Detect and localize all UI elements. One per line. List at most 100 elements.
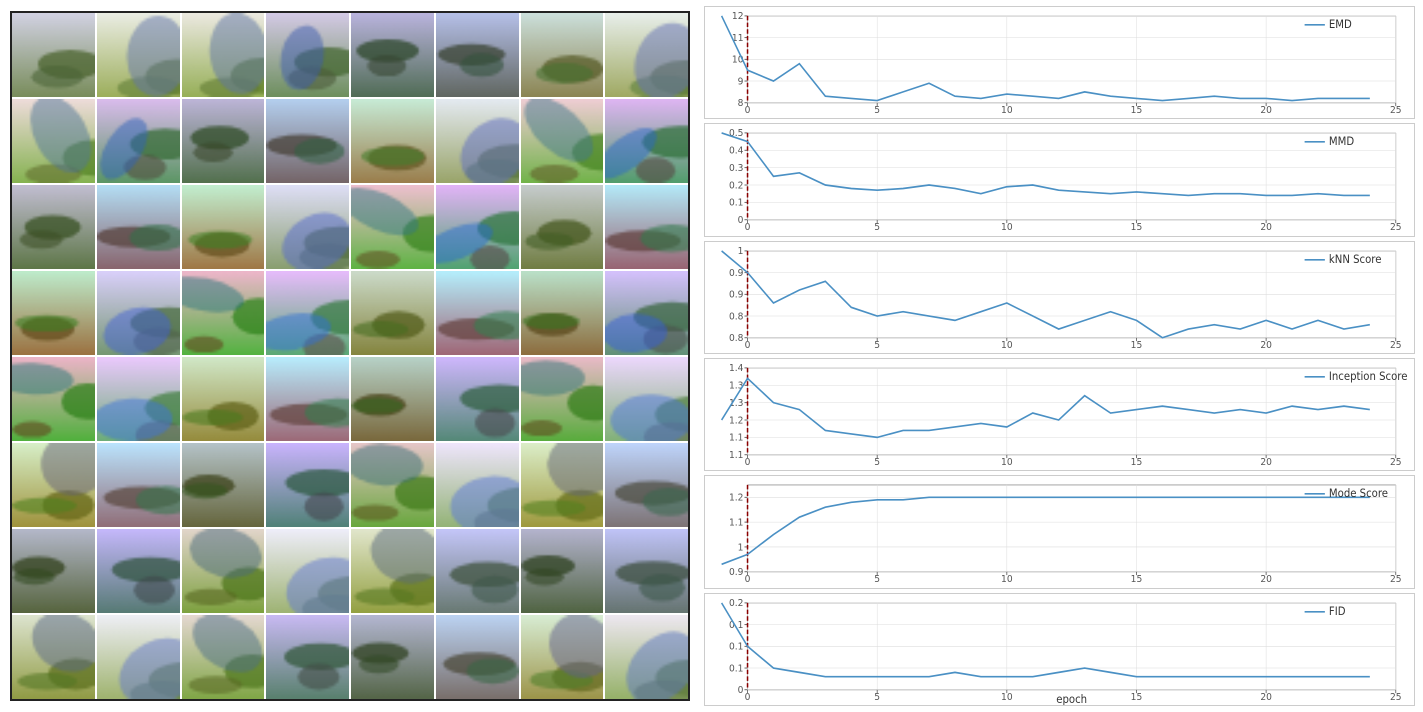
image-grid-panel — [0, 0, 700, 712]
svg-text:epoch: epoch — [1056, 692, 1087, 705]
grid-cell — [521, 529, 604, 613]
svg-text:0.4: 0.4 — [729, 146, 743, 158]
svg-text:0.1: 0.1 — [729, 619, 743, 631]
svg-text:20: 20 — [1260, 339, 1272, 351]
grid-cell — [605, 99, 688, 183]
grid-cell — [351, 185, 434, 269]
svg-text:1.2: 1.2 — [729, 415, 743, 427]
grid-cell — [182, 529, 265, 613]
svg-text:0: 0 — [745, 456, 751, 468]
grid-cell — [182, 185, 265, 269]
grid-cell — [351, 443, 434, 527]
grid-cell — [605, 271, 688, 355]
svg-text:1.1: 1.1 — [729, 432, 743, 444]
chart-emd: 891011120510152025EMD — [704, 6, 1415, 119]
svg-text:20: 20 — [1260, 691, 1272, 703]
svg-text:20: 20 — [1260, 456, 1272, 468]
svg-text:1.3: 1.3 — [729, 380, 743, 392]
grid-cell — [97, 529, 180, 613]
grid-cell — [12, 529, 95, 613]
svg-text:1.1: 1.1 — [729, 450, 743, 462]
grid-cell — [182, 99, 265, 183]
grid-cell — [436, 357, 519, 441]
svg-text:0.2: 0.2 — [729, 180, 743, 192]
legend-inception: Inception Score — [1329, 370, 1408, 384]
legend-mmd: MMD — [1329, 135, 1354, 149]
svg-text:0.3: 0.3 — [729, 163, 743, 175]
svg-text:10: 10 — [1001, 574, 1013, 586]
grid-cell — [182, 615, 265, 699]
svg-text:0: 0 — [745, 574, 751, 586]
svg-text:0.9: 0.9 — [729, 267, 743, 279]
grid-cell — [436, 443, 519, 527]
svg-text:15: 15 — [1131, 456, 1143, 468]
grid-cell — [266, 185, 349, 269]
grid-cell — [436, 13, 519, 97]
grid-cell — [605, 443, 688, 527]
svg-text:25: 25 — [1390, 456, 1402, 468]
svg-text:20: 20 — [1260, 222, 1272, 234]
svg-text:0.8: 0.8 — [729, 311, 743, 323]
grid-cell — [182, 357, 265, 441]
grid-cell — [266, 99, 349, 183]
chart-mmd: 00.10.20.30.40.50510152025MMD — [704, 123, 1415, 236]
grid-cell — [605, 357, 688, 441]
grid-cell — [97, 443, 180, 527]
chart-inception: 1.11.11.21.31.31.40510152025Inception Sc… — [704, 358, 1415, 471]
grid-cell — [351, 271, 434, 355]
grid-cell — [521, 615, 604, 699]
grid-cell — [521, 99, 604, 183]
grid-cell — [266, 13, 349, 97]
svg-text:0: 0 — [745, 222, 751, 234]
svg-text:15: 15 — [1131, 339, 1143, 351]
grid-cell — [521, 185, 604, 269]
generated-images-grid — [10, 11, 690, 701]
grid-cell — [436, 529, 519, 613]
grid-cell — [605, 185, 688, 269]
svg-text:25: 25 — [1390, 222, 1402, 234]
grid-cell — [351, 99, 434, 183]
svg-text:1.4: 1.4 — [729, 363, 743, 375]
svg-text:10: 10 — [732, 54, 744, 66]
legend-mode: Mode Score — [1329, 487, 1388, 501]
grid-cell — [521, 357, 604, 441]
svg-text:0: 0 — [745, 104, 751, 116]
svg-text:5: 5 — [874, 574, 880, 586]
chart-mode: 0.911.11.20510152025Mode Score — [704, 475, 1415, 588]
svg-text:25: 25 — [1390, 574, 1402, 586]
svg-text:15: 15 — [1131, 222, 1143, 234]
grid-cell — [266, 357, 349, 441]
legend-emd: EMD — [1329, 18, 1352, 32]
grid-cell — [12, 185, 95, 269]
grid-cell — [605, 529, 688, 613]
svg-text:25: 25 — [1390, 339, 1402, 351]
grid-cell — [436, 615, 519, 699]
grid-cell — [12, 13, 95, 97]
grid-cell — [351, 13, 434, 97]
grid-cell — [436, 99, 519, 183]
grid-cell — [605, 615, 688, 699]
grid-cell — [97, 99, 180, 183]
grid-cell — [351, 529, 434, 613]
grid-cell — [182, 443, 265, 527]
svg-text:5: 5 — [874, 339, 880, 351]
svg-text:0.1: 0.1 — [729, 641, 743, 653]
svg-text:1: 1 — [738, 542, 744, 554]
svg-text:20: 20 — [1260, 574, 1272, 586]
grid-cell — [436, 185, 519, 269]
grid-cell — [351, 357, 434, 441]
grid-cell — [97, 185, 180, 269]
grid-cell — [12, 99, 95, 183]
svg-text:0.1: 0.1 — [729, 198, 743, 210]
grid-cell — [97, 615, 180, 699]
grid-cell — [266, 443, 349, 527]
svg-text:5: 5 — [874, 456, 880, 468]
svg-text:10: 10 — [1001, 691, 1013, 703]
svg-text:0.8: 0.8 — [729, 332, 743, 344]
svg-text:15: 15 — [1131, 691, 1143, 703]
grid-cell — [521, 271, 604, 355]
svg-text:10: 10 — [1001, 339, 1013, 351]
svg-text:15: 15 — [1131, 104, 1143, 116]
chart-fid: 00.10.10.10.20510152025epochFID — [704, 593, 1415, 706]
legend-knn: kNN Score — [1329, 252, 1382, 266]
